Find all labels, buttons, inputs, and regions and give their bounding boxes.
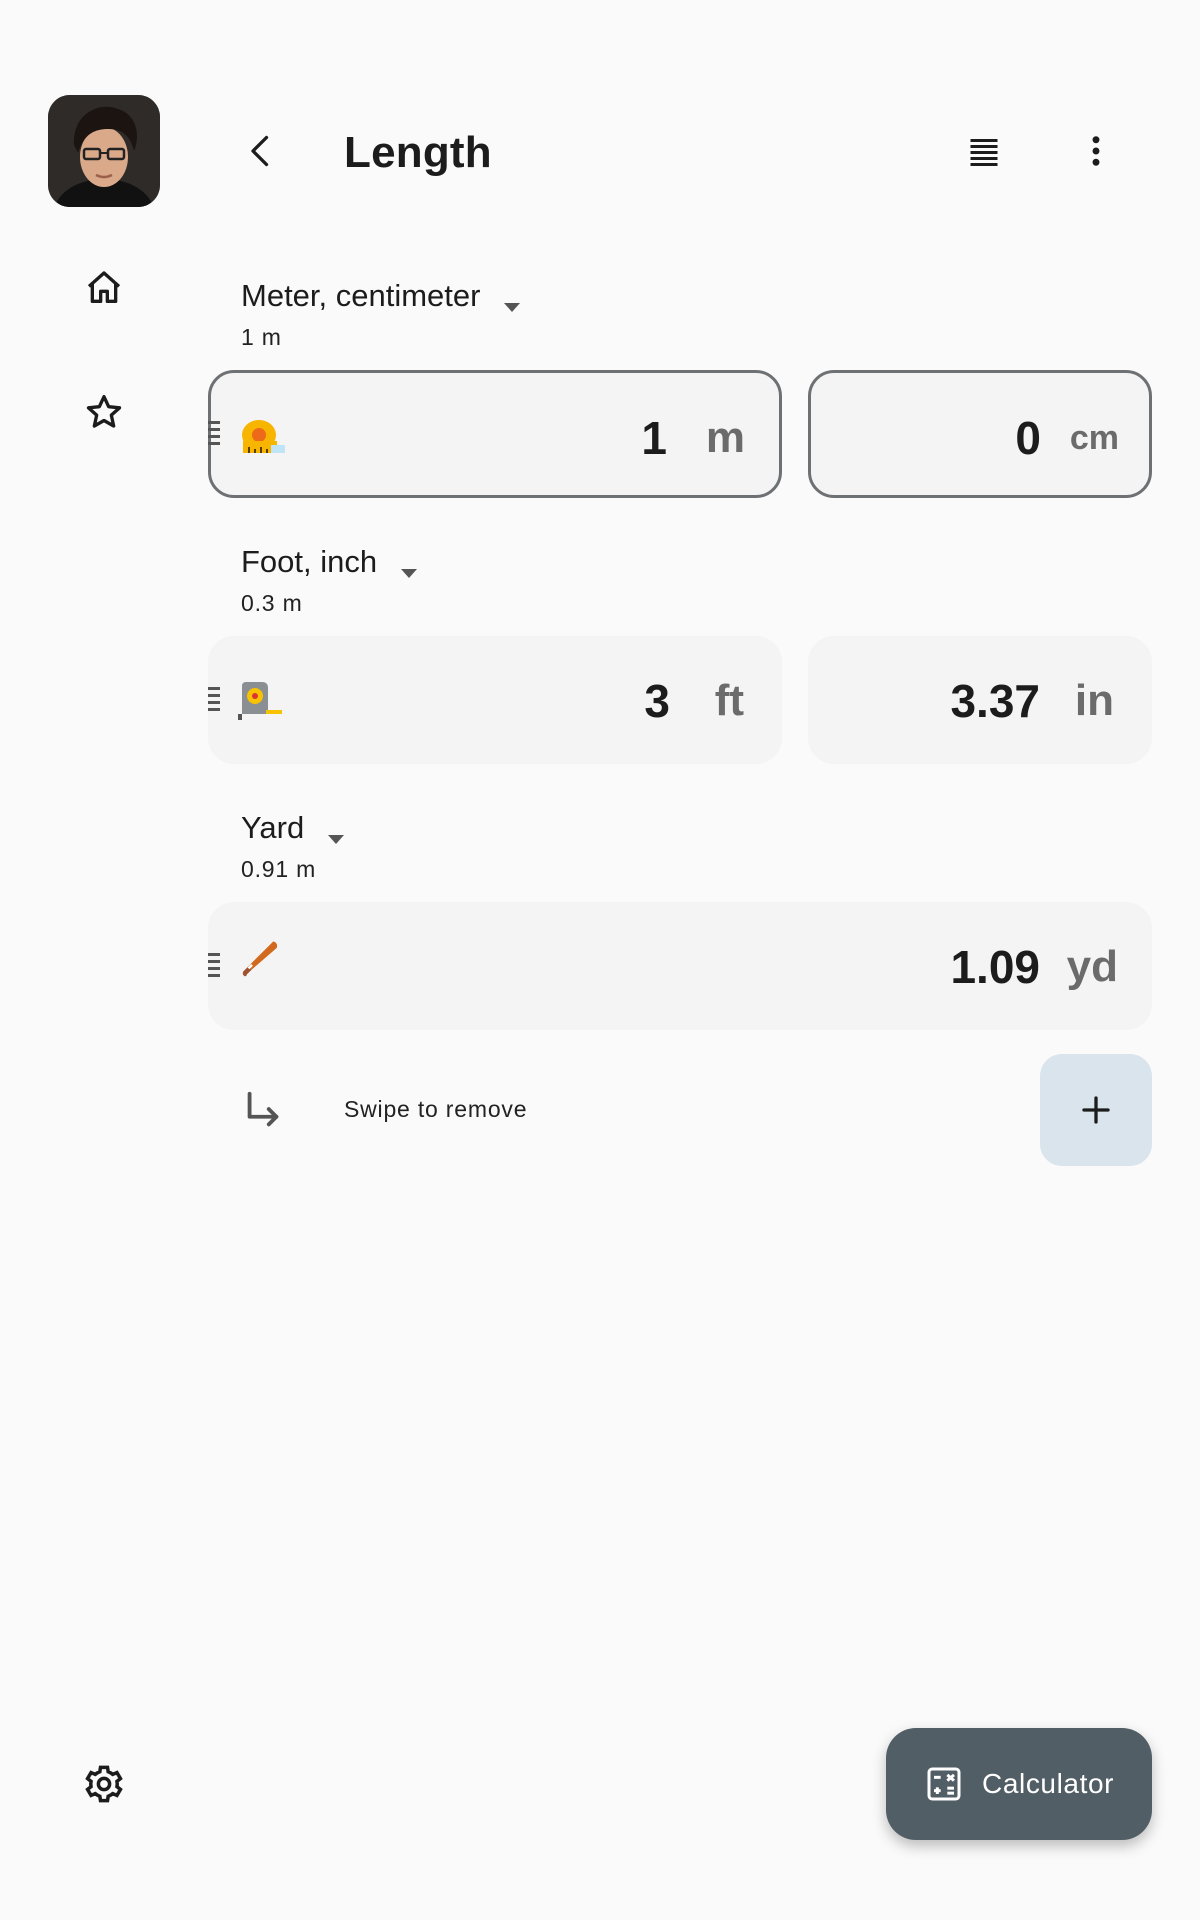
value-text: 3 (644, 675, 670, 727)
swipe-hint: Swipe to remove (344, 1096, 528, 1122)
star-icon[interactable] (80, 388, 128, 436)
tape-measure-icon (242, 420, 285, 453)
avatar-image (48, 95, 160, 207)
inch-input-field[interactable]: 3.37 in (808, 636, 1152, 764)
drag-handle-icon[interactable] (208, 687, 220, 713)
value-text: 1 (641, 412, 667, 464)
drag-handle-icon[interactable] (208, 953, 220, 979)
home-icon[interactable] (80, 264, 128, 312)
add-unit-button[interactable] (1040, 1054, 1152, 1166)
calculator-label: Calculator (982, 1768, 1115, 1799)
more-vert-icon[interactable] (1066, 121, 1126, 181)
value-text: 1.09 (950, 941, 1040, 993)
unit-symbol: yd (1066, 942, 1118, 991)
value-text: 0 (1015, 412, 1041, 464)
centimeter-input-field[interactable]: 0 cm (808, 370, 1152, 498)
unit-subtitle: 0.91 m (241, 856, 317, 882)
unit-selector-foot-inch[interactable]: Foot, inch 0.3 m (241, 544, 418, 617)
unit-selector-meter[interactable]: Meter, centimeter 1 m (241, 278, 521, 351)
list-icon[interactable] (954, 121, 1014, 181)
unit-symbol: m (705, 413, 745, 462)
measuring-tape-icon (238, 682, 282, 720)
unit-subtitle: 1 m (241, 324, 282, 350)
drag-handle-icon[interactable] (208, 421, 220, 447)
dropdown-caret-icon (328, 835, 345, 845)
page-title: Length (344, 128, 492, 177)
dropdown-caret-icon (504, 303, 521, 313)
add-icon (1082, 1096, 1110, 1124)
navigation-rail (0, 0, 208, 1920)
unit-symbol: ft (714, 676, 744, 725)
calculator-icon (927, 1767, 961, 1801)
unit-symbol: in (1074, 676, 1114, 725)
avatar[interactable] (48, 95, 160, 207)
back-icon[interactable] (232, 121, 292, 181)
settings-icon[interactable] (80, 1760, 128, 1808)
unit-symbol: cm (1069, 419, 1119, 457)
calculator-fab[interactable]: Calculator (886, 1728, 1152, 1840)
unit-selector-yard[interactable]: Yard 0.91 m (241, 810, 345, 883)
bat-icon (242, 941, 278, 977)
value-text: 3.37 (950, 675, 1040, 727)
return-arrow-icon (240, 1088, 286, 1139)
yard-input-field[interactable]: 1.09 yd (208, 902, 1152, 1030)
foot-input-field[interactable]: 3 ft (208, 636, 782, 764)
unit-name: Foot, inch (241, 544, 378, 579)
meter-input-field[interactable]: 1 m (208, 370, 782, 498)
unit-subtitle: 0.3 m (241, 590, 303, 616)
unit-name: Yard (241, 810, 305, 845)
dropdown-caret-icon (401, 569, 418, 579)
top-app-bar: Length (208, 110, 1200, 192)
unit-name: Meter, centimeter (241, 278, 481, 313)
